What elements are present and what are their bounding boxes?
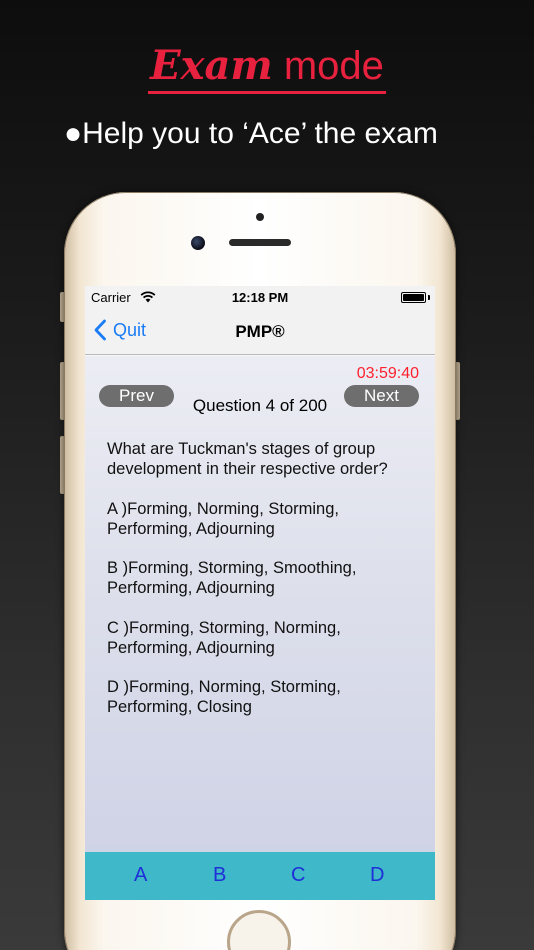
- earpiece-speaker: [229, 239, 291, 246]
- answer-bar: A B C D: [85, 852, 435, 900]
- answer-option-b: B )Forming, Storming, Smoothing, Perform…: [107, 559, 357, 597]
- battery-icon: [401, 292, 426, 303]
- navigation-bar: Quit PMP®: [85, 308, 435, 355]
- front-camera: [191, 236, 205, 250]
- answer-option-d: D )Forming, Norming, Storming, Performin…: [107, 678, 341, 716]
- proximity-sensor: [256, 213, 264, 221]
- nav-title: PMP®: [235, 322, 285, 341]
- status-time: 12:18 PM: [231, 290, 289, 305]
- question-text: What are Tuckman's stages of group devel…: [107, 440, 388, 478]
- status-bar: Carrier 12:18 PM: [85, 286, 435, 308]
- answer-button-a[interactable]: A: [134, 864, 147, 887]
- exam-content: 03:59:40 Prev Question 4 of 200 Next Wha…: [85, 356, 435, 852]
- promo-title: Exam mode: [0, 44, 534, 94]
- promo-title-script: Exam: [150, 42, 273, 89]
- answer-button-d[interactable]: D: [370, 864, 384, 887]
- promo-subtitle: ●Help you to ‘Ace’ the exam: [64, 117, 438, 150]
- answer-button-b[interactable]: B: [213, 864, 226, 887]
- answer-button-c[interactable]: C: [291, 864, 305, 887]
- answer-option-a: A )Forming, Norming, Storming, Performin…: [107, 500, 339, 538]
- countdown-timer: 03:59:40: [356, 365, 419, 382]
- promo-title-plain: mode: [272, 44, 384, 88]
- answer-option-c: C )Forming, Storming, Norming, Performin…: [107, 619, 341, 657]
- battery-tip: [428, 295, 430, 300]
- next-button[interactable]: Next: [344, 385, 419, 407]
- phone-screen: Carrier 12:18 PM Quit PMP® 03:59:40 Prev…: [85, 286, 435, 900]
